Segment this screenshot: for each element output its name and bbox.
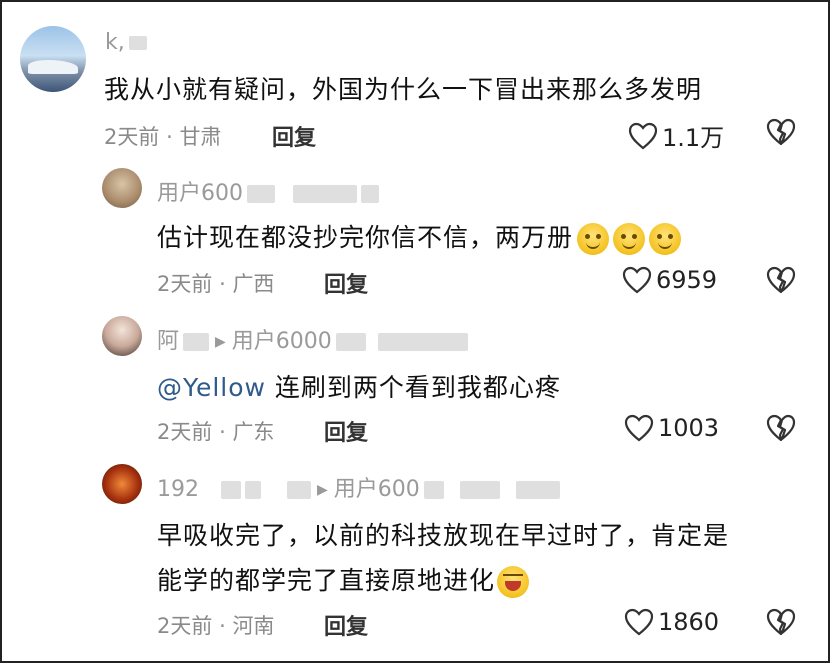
reply-button[interactable]: 回复 <box>324 609 368 641</box>
heart-outline-icon <box>624 414 654 442</box>
avatar[interactable] <box>20 26 86 92</box>
dislike-button[interactable] <box>766 118 796 150</box>
username[interactable]: 阿 ▶ 用户6000 <box>157 323 468 355</box>
comment-text: 能学的都学完了直接原地进化 <box>157 561 530 598</box>
username[interactable]: k, <box>105 30 147 55</box>
dislike-button[interactable] <box>766 266 796 298</box>
like-button[interactable]: 6959 <box>622 266 717 294</box>
play-arrow-icon: ▶ <box>317 482 328 498</box>
like-count: 1.1万 <box>662 124 725 152</box>
broken-heart-icon <box>766 414 796 442</box>
smile-emoji-icon <box>577 223 610 255</box>
like-button[interactable]: 1860 <box>624 608 719 636</box>
broken-heart-icon <box>766 608 796 636</box>
like-count: 1003 <box>658 414 720 442</box>
avatar[interactable] <box>102 168 142 208</box>
like-count: 6959 <box>656 266 718 294</box>
reply-button[interactable]: 回复 <box>324 267 368 299</box>
mention-link[interactable]: @Yellow <box>157 373 266 402</box>
heart-outline-icon <box>628 122 658 149</box>
heart-outline-icon <box>624 608 654 636</box>
smile-emoji-icon <box>613 223 646 255</box>
like-button[interactable]: 1.1万 <box>628 118 724 153</box>
comment-meta: 2天前 · 甘肃 <box>104 125 222 149</box>
comment-text: 我从小就有疑问，外国为什么一下冒出来那么多发明 <box>104 75 703 104</box>
comment-text: 估计现在都没抄完你信不信，两万册 <box>157 218 682 255</box>
reply-button[interactable]: 回复 <box>324 415 368 447</box>
comment-meta: 2天前 · 广东 <box>157 420 275 444</box>
comment-meta: 2天前 · 河南 <box>157 614 275 638</box>
reply-button[interactable]: 回复 <box>272 120 316 152</box>
smile-emoji-icon <box>649 223 682 255</box>
like-count: 1860 <box>658 608 720 636</box>
comment-text: 早吸收完了，以前的科技放现在早过时了，肯定是 <box>157 521 730 550</box>
broken-heart-icon <box>766 266 796 294</box>
comment-text: @Yellow 连刷到两个看到我都心疼 <box>157 373 561 402</box>
avatar[interactable] <box>102 464 142 504</box>
avatar[interactable] <box>102 316 142 356</box>
like-button[interactable]: 1003 <box>624 414 719 442</box>
username[interactable]: 192 ▶ 用户600 <box>157 471 560 503</box>
broken-heart-icon <box>766 118 796 146</box>
play-arrow-icon: ▶ <box>215 334 226 350</box>
dislike-button[interactable] <box>766 608 796 640</box>
heart-outline-icon <box>622 266 652 294</box>
comment-thread: k, 我从小就有疑问，外国为什么一下冒出来那么多发明 2天前 · 甘肃 回复 1… <box>0 0 830 663</box>
laugh-cry-emoji-icon <box>497 566 530 598</box>
username[interactable]: 用户600 <box>157 175 379 207</box>
dislike-button[interactable] <box>766 414 796 446</box>
comment-meta: 2天前 · 广西 <box>157 272 275 296</box>
